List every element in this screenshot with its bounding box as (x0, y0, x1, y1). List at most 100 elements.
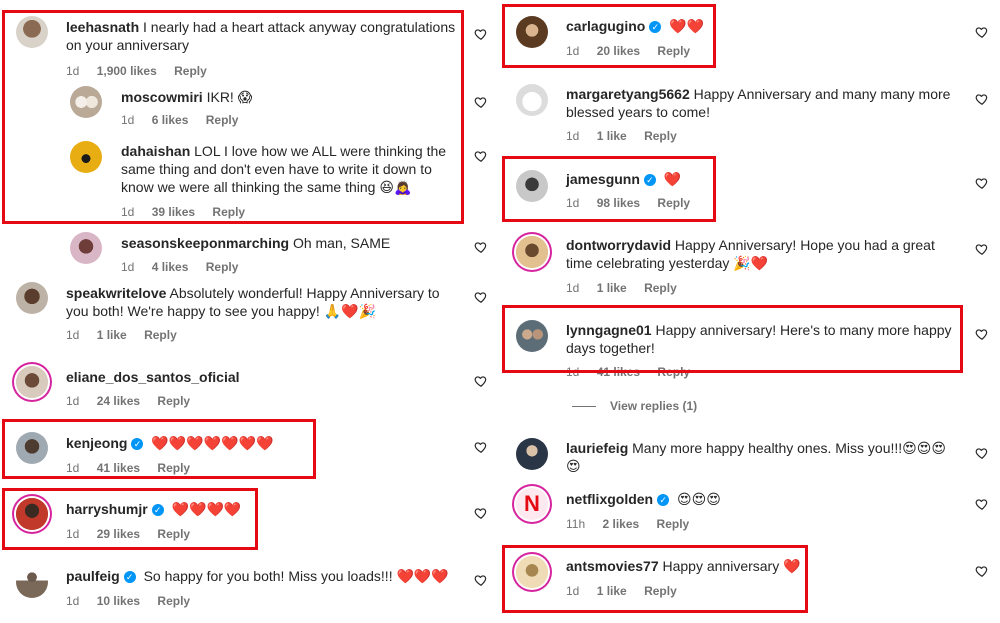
likes-count[interactable]: 1 like (597, 129, 627, 143)
like-heart-icon[interactable] (975, 92, 989, 106)
likes-count[interactable]: 1 like (597, 584, 627, 598)
likes-count[interactable]: 98 likes (597, 196, 640, 210)
reply-button[interactable]: Reply (144, 328, 177, 342)
avatar[interactable] (516, 84, 548, 116)
username[interactable]: moscowmiri (121, 89, 203, 105)
username[interactable]: lauriefeig (566, 440, 628, 456)
username[interactable]: eliane_dos_santos_oficial (66, 369, 240, 385)
avatar[interactable] (70, 141, 102, 173)
username[interactable]: antsmovies77 (566, 558, 659, 574)
reply-button[interactable]: Reply (644, 281, 677, 295)
timestamp: 1d (566, 281, 580, 295)
avatar[interactable] (16, 282, 48, 314)
comment-text: ❤️❤️❤️❤️ (171, 501, 242, 517)
comment-text: LOL I love how we ALL were thinking the (194, 143, 447, 159)
timestamp: 1d (66, 394, 80, 408)
like-heart-icon[interactable] (474, 440, 488, 454)
username[interactable]: lynngagne01 (566, 322, 652, 338)
reply-button[interactable]: Reply (206, 113, 239, 127)
reply-button[interactable]: Reply (657, 517, 690, 531)
like-heart-icon[interactable] (975, 327, 989, 341)
comment-body: dahaishan LOL I love how we ALL were thi… (121, 142, 461, 196)
likes-count[interactable]: 39 likes (152, 205, 195, 219)
comment-meta: 1d 1 like Reply (566, 129, 691, 143)
username[interactable]: speakwritelove (66, 285, 166, 301)
username[interactable]: dontworrydavid (566, 237, 671, 253)
like-heart-icon[interactable] (975, 564, 989, 578)
avatar[interactable] (516, 16, 548, 48)
like-heart-icon[interactable] (975, 242, 989, 256)
like-heart-icon[interactable] (474, 149, 488, 163)
avatar[interactable] (516, 320, 548, 352)
avatar[interactable]: N (516, 488, 548, 520)
username[interactable]: margaretyang5662 (566, 86, 690, 102)
avatar[interactable] (516, 236, 548, 268)
reply-button[interactable]: Reply (644, 584, 677, 598)
comment-body: seasonskeeponmarching Oh man, SAME (121, 234, 461, 252)
avatar[interactable] (16, 432, 48, 464)
username[interactable]: dahaishan (121, 143, 190, 159)
like-heart-icon[interactable] (975, 497, 989, 511)
comment-text: know we were all thinking the same thing… (121, 179, 412, 195)
likes-count[interactable]: 10 likes (97, 594, 140, 608)
username[interactable]: jamesgunn (566, 171, 640, 187)
likes-count[interactable]: 29 likes (97, 527, 140, 541)
like-heart-icon[interactable] (474, 240, 488, 254)
reply-button[interactable]: Reply (157, 461, 190, 475)
likes-count[interactable]: 6 likes (152, 113, 189, 127)
likes-count[interactable]: 24 likes (97, 394, 140, 408)
avatar[interactable] (516, 438, 548, 470)
reply-button[interactable]: Reply (657, 365, 690, 379)
reply-button[interactable]: Reply (657, 44, 690, 58)
username[interactable]: seasonskeeponmarching (121, 235, 289, 251)
likes-count[interactable]: 1 like (97, 328, 127, 342)
likes-count[interactable]: 1 like (597, 281, 627, 295)
reply-button[interactable]: Reply (657, 196, 690, 210)
like-heart-icon[interactable] (975, 176, 989, 190)
username[interactable]: carlagugino (566, 18, 645, 34)
like-heart-icon[interactable] (975, 446, 989, 460)
like-heart-icon[interactable] (474, 290, 488, 304)
likes-count[interactable]: 4 likes (152, 260, 189, 274)
like-heart-icon[interactable] (474, 506, 488, 520)
comment-meta: 1d 4 likes Reply (121, 260, 252, 274)
username[interactable]: leehasnath (66, 19, 139, 35)
like-heart-icon[interactable] (474, 573, 488, 587)
comment-body: carlagugino ✓ ❤️❤️ (566, 17, 766, 35)
like-heart-icon[interactable] (975, 25, 989, 39)
likes-count[interactable]: 41 likes (97, 461, 140, 475)
username[interactable]: kenjeong (66, 435, 127, 451)
like-heart-icon[interactable] (474, 374, 488, 388)
reply-button[interactable]: Reply (206, 260, 239, 274)
username[interactable]: harryshumjr (66, 501, 148, 517)
avatar[interactable] (516, 556, 548, 588)
reply-button[interactable]: Reply (157, 527, 190, 541)
likes-count[interactable]: 20 likes (597, 44, 640, 58)
avatar[interactable] (16, 16, 48, 48)
likes-count[interactable]: 1,900 likes (97, 64, 157, 78)
like-heart-icon[interactable] (474, 27, 488, 41)
reply-button[interactable]: Reply (157, 394, 190, 408)
view-replies-button[interactable]: View replies (1) (610, 399, 697, 413)
avatar[interactable] (16, 498, 48, 530)
comment-text: blessed years to come! (566, 104, 710, 120)
reply-button[interactable]: Reply (157, 594, 190, 608)
avatar[interactable] (16, 566, 48, 598)
avatar[interactable] (70, 232, 102, 264)
like-heart-icon[interactable] (474, 95, 488, 109)
username[interactable]: paulfeig (66, 568, 120, 584)
comment-meta: 1d 98 likes Reply (566, 196, 704, 210)
reply-button[interactable]: Reply (174, 64, 207, 78)
reply-button[interactable]: Reply (644, 129, 677, 143)
avatar[interactable] (70, 86, 102, 118)
verified-badge-icon: ✓ (643, 174, 656, 186)
avatar[interactable] (16, 366, 48, 398)
username[interactable]: netflixgolden (566, 491, 653, 507)
comment-body: eliane_dos_santos_oficial (66, 368, 466, 386)
likes-count[interactable]: 41 likes (597, 365, 640, 379)
timestamp: 1d (66, 328, 80, 342)
reply-button[interactable]: Reply (212, 205, 245, 219)
avatar[interactable] (516, 170, 548, 202)
likes-count[interactable]: 2 likes (602, 517, 639, 531)
verified-badge-icon: ✓ (657, 494, 670, 506)
